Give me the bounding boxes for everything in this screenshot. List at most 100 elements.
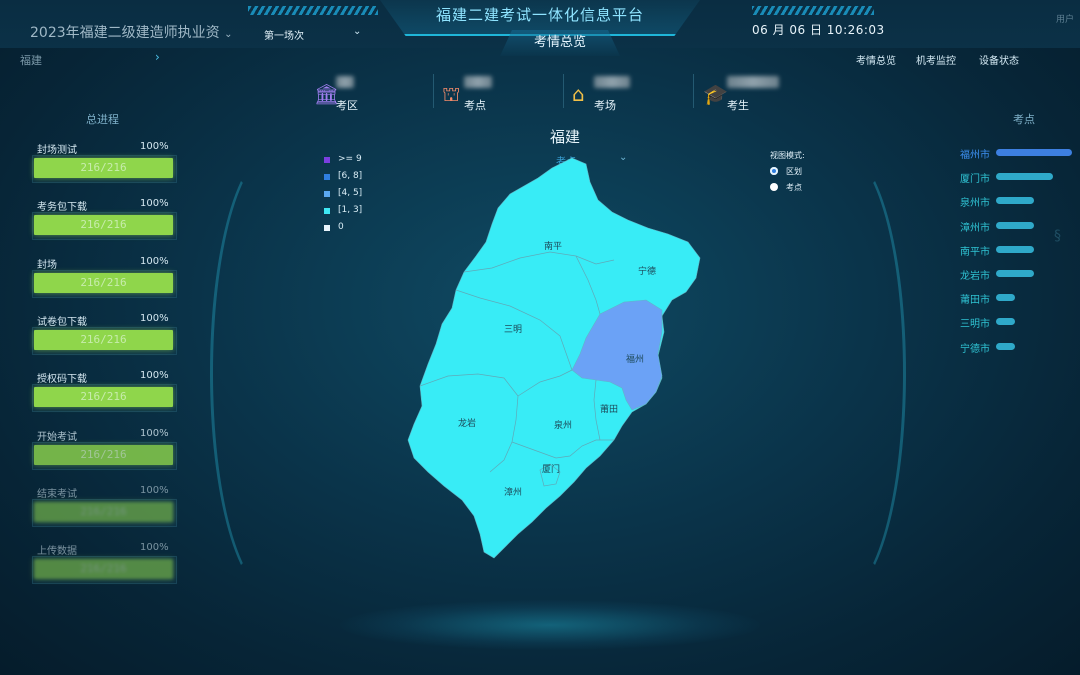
divider (433, 74, 434, 108)
progress-step-percent: 100% (140, 542, 169, 554)
progress-bar: 216/216 (34, 444, 173, 465)
fujian-map[interactable]: 南平 宁德 三明 福州 龙岩 泉州 莆田 厦门 漳州 (400, 150, 710, 570)
decor-stripes-left (248, 6, 378, 15)
map-label-longyan: 龙岩 (458, 417, 476, 429)
stat-value-redacted (464, 76, 492, 88)
progress-step-label: 封场测试 (37, 145, 77, 156)
progress-step-percent: 100% (140, 427, 169, 439)
legend-swatch (324, 174, 330, 180)
progress-bar: 216/216 (34, 329, 173, 350)
city-bar (996, 318, 1015, 326)
exam-name-label: 2023年福建二级建造师执业资 (30, 25, 220, 41)
platform-title: 福建二建考试一体化信息平台 (435, 6, 644, 24)
city-name[interactable]: 三明市 (960, 315, 990, 330)
map-label-zhangzhou: 漳州 (504, 486, 522, 498)
progress-step-label: 上传数据 (37, 546, 77, 558)
chevron-right-icon[interactable]: › (155, 50, 160, 64)
city-bar (996, 342, 1015, 350)
city-name[interactable]: 南平市 (960, 243, 990, 258)
progress-step-percent: 100% (140, 370, 169, 382)
legend-label: [4, 5] (338, 188, 363, 198)
city-bar (996, 294, 1015, 302)
city-name[interactable]: 泉州市 (960, 194, 990, 209)
legend-swatch (324, 225, 330, 231)
map-label-sanming: 三明 (504, 324, 522, 335)
view-mode-label[interactable]: 区划 (786, 166, 802, 177)
progress-step-percent: 100% (140, 484, 169, 496)
map-label-ningde: 宁德 (638, 265, 656, 277)
map-title: 福建 (549, 128, 580, 146)
city-bar (996, 173, 1053, 181)
progress-bar: 216/216 (34, 387, 173, 408)
chevron-down-icon: ⌄ (224, 29, 233, 40)
view-mode-radio-district[interactable] (770, 167, 778, 175)
legend-label: [6, 8] (338, 171, 363, 181)
city-name[interactable]: 厦门市 (960, 170, 990, 185)
city-bar (996, 245, 1034, 253)
stat-value-redacted (727, 76, 779, 88)
progress-bar: 216/216 (34, 272, 173, 293)
decor-platform-glow (340, 600, 760, 650)
nav-overview[interactable]: 考情总览 (856, 52, 896, 67)
progress-bar: 216/216 (34, 215, 173, 236)
progress-step-label: 授权码下载 (37, 374, 87, 386)
map-label-fuzhou: 福州 (626, 353, 644, 365)
decor-stripes-right (752, 6, 874, 15)
city-panel-title: 考点 (1013, 113, 1035, 126)
divider (693, 74, 694, 108)
side-toggle-icon[interactable]: § (1054, 228, 1061, 244)
view-mode-label[interactable]: 考点 (786, 182, 802, 193)
stat-value-redacted (594, 76, 630, 88)
view-mode-title: 视图模式: (770, 151, 805, 160)
chevron-down-icon[interactable]: ⌄ (353, 26, 361, 37)
city-name[interactable]: 莆田市 (960, 291, 990, 306)
map-label-xiamen: 厦门 (542, 463, 560, 475)
house-icon: ⌂ (572, 82, 585, 106)
legend-label: [1, 3] (338, 205, 363, 215)
stat-label-site: 考点 (464, 99, 486, 112)
stat-value-redacted (336, 76, 354, 88)
nav-exam-monitor[interactable]: 机考监控 (916, 52, 956, 67)
legend-label: >= 9 (338, 154, 362, 164)
map-label-quanzhou: 泉州 (554, 419, 572, 431)
progress-step-label: 考务包下载 (37, 202, 87, 214)
progress-step-percent: 100% (140, 198, 169, 210)
city-name[interactable]: 龙岩市 (960, 267, 990, 282)
graduate-icon: 🎓 (703, 82, 728, 106)
city-bar (996, 270, 1034, 277)
city-bar (996, 197, 1034, 205)
map-label-nanping: 南平 (544, 240, 562, 252)
exam-select[interactable]: 2023年福建二级建造师执业资 ⌄ (30, 22, 232, 42)
progress-bar: 216/216 (34, 559, 173, 580)
progress-step-percent: 100% (140, 255, 169, 267)
progress-step-label: 试卷包下载 (37, 316, 87, 328)
city-name[interactable]: 漳州市 (960, 219, 990, 234)
progress-step-label: 封场 (37, 259, 57, 271)
decor-arc-left (210, 150, 336, 596)
progress-step-percent: 100% (140, 141, 169, 152)
stat-label-room: 考场 (594, 99, 616, 112)
map-label-putian: 莆田 (600, 403, 618, 415)
view-mode-radio-site[interactable] (770, 183, 778, 191)
nav-device-status[interactable]: 设备状态 (979, 52, 1019, 67)
legend-swatch (324, 191, 330, 197)
legend-label: 0 (338, 222, 344, 232)
legend-swatch (324, 157, 330, 163)
city-name[interactable]: 宁德市 (960, 340, 990, 355)
legend-swatch (324, 208, 330, 214)
city-bar (996, 221, 1034, 229)
stat-label-district: 考区 (336, 99, 358, 112)
session-select-label[interactable]: 第一场次 (264, 27, 304, 42)
school-icon: ⛫ (442, 82, 461, 106)
city-name[interactable]: 福州市 (960, 146, 990, 161)
progress-step-label: 开始考试 (37, 431, 77, 443)
progress-step-label: 结束考试 (37, 488, 77, 500)
current-datetime: 06 月 06 日 10:26:03 (752, 23, 885, 37)
progress-bar: 216/216 (34, 501, 173, 522)
active-view-tab[interactable]: 考情总览 (500, 30, 620, 56)
progress-step-percent: 100% (140, 312, 169, 324)
city-bar (996, 149, 1072, 156)
region-selector[interactable]: 福建 (20, 52, 42, 68)
user-menu[interactable]: 用户 (1056, 12, 1074, 25)
progress-bar: 216/216 (34, 158, 173, 178)
